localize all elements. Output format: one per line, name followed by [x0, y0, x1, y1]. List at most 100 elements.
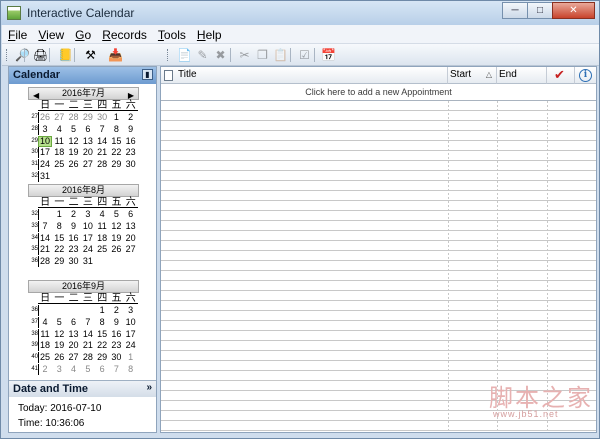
day-cell[interactable]: 23: [109, 340, 123, 351]
day-cell[interactable]: 29: [52, 256, 66, 267]
day-cell[interactable]: 6: [81, 124, 95, 135]
day-cell[interactable]: 28: [95, 159, 109, 170]
day-cell[interactable]: 25: [52, 159, 66, 170]
collapse-chevron-icon[interactable]: »: [146, 382, 152, 393]
day-cell[interactable]: 31: [81, 256, 95, 267]
day-cell[interactable]: 14: [38, 233, 52, 244]
toolbar-grip[interactable]: [6, 49, 9, 61]
day-cell[interactable]: 2: [67, 209, 81, 220]
day-cell[interactable]: 5: [81, 364, 95, 375]
day-cell[interactable]: 23: [67, 244, 81, 255]
delete-record-icon[interactable]: ✖: [212, 47, 229, 63]
day-cell[interactable]: 14: [81, 329, 95, 340]
week-number[interactable]: 33: [30, 221, 38, 232]
week-number[interactable]: 34: [30, 233, 38, 244]
week-number[interactable]: 29: [30, 136, 38, 147]
day-cell[interactable]: 18: [38, 340, 52, 351]
toolbar-grip[interactable]: [167, 49, 170, 61]
week-number[interactable]: 38: [30, 329, 38, 340]
day-cell[interactable]: 12: [67, 136, 81, 147]
day-cell[interactable]: 4: [38, 317, 52, 328]
import-icon[interactable]: 📥: [107, 47, 124, 63]
day-cell[interactable]: 9: [124, 124, 138, 135]
day-cell[interactable]: 22: [109, 147, 123, 158]
close-button[interactable]: ✕: [552, 2, 595, 19]
day-cell[interactable]: 19: [109, 233, 123, 244]
print-icon[interactable]: 🖨: [32, 47, 49, 63]
day-cell[interactable]: 28: [67, 112, 81, 123]
day-cell[interactable]: 10: [124, 317, 138, 328]
week-number[interactable]: 37: [30, 317, 38, 328]
day-cell[interactable]: 16: [124, 136, 138, 147]
day-cell[interactable]: 7: [95, 124, 109, 135]
day-cell[interactable]: 1: [109, 112, 123, 123]
day-cell[interactable]: 3: [52, 364, 66, 375]
day-cell[interactable]: 3: [38, 124, 52, 135]
day-cell[interactable]: 29: [81, 112, 95, 123]
week-number[interactable]: 40: [30, 352, 38, 363]
day-cell[interactable]: 7: [81, 317, 95, 328]
day-cell[interactable]: 15: [52, 233, 66, 244]
search-icon[interactable]: 🔎: [14, 47, 31, 63]
day-cell[interactable]: 12: [109, 221, 123, 232]
title-bar[interactable]: Interactive Calendar ─ □ ✕: [1, 1, 599, 25]
day-cell[interactable]: 28: [38, 256, 52, 267]
new-record-icon[interactable]: 📄: [176, 47, 193, 63]
properties-icon[interactable]: ☑: [296, 47, 313, 63]
day-cell[interactable]: 4: [52, 124, 66, 135]
day-cell[interactable]: 5: [109, 209, 123, 220]
week-number[interactable]: 41: [30, 364, 38, 375]
day-cell[interactable]: 20: [124, 233, 138, 244]
week-number[interactable]: 36: [30, 256, 38, 267]
month-title[interactable]: 2016年9月: [28, 280, 139, 293]
day-cell[interactable]: 26: [109, 244, 123, 255]
day-cell[interactable]: 30: [95, 112, 109, 123]
day-cell[interactable]: 18: [95, 233, 109, 244]
day-cell[interactable]: 30: [124, 159, 138, 170]
day-cell[interactable]: 20: [81, 147, 95, 158]
day-cell[interactable]: 13: [67, 329, 81, 340]
day-cell[interactable]: 11: [38, 329, 52, 340]
edit-record-icon[interactable]: ✎: [194, 47, 211, 63]
day-cell[interactable]: 10: [81, 221, 95, 232]
day-cell[interactable]: 20: [67, 340, 81, 351]
menu-help[interactable]: Help: [191, 25, 227, 43]
day-cell[interactable]: 8: [52, 221, 66, 232]
day-cell[interactable]: 27: [52, 112, 66, 123]
day-cell[interactable]: 10: [38, 135, 52, 147]
day-cell[interactable]: 17: [38, 147, 52, 158]
day-cell[interactable]: 31: [38, 171, 52, 182]
day-cell[interactable]: 15: [109, 136, 123, 147]
day-cell[interactable]: 26: [52, 352, 66, 363]
date-time-header[interactable]: Date and Time »: [9, 380, 156, 397]
day-cell[interactable]: 2: [109, 305, 123, 316]
day-cell[interactable]: 6: [124, 209, 138, 220]
day-cell[interactable]: 28: [81, 352, 95, 363]
day-cell[interactable]: 8: [95, 317, 109, 328]
month-title[interactable]: 2016年8月: [28, 184, 139, 197]
day-cell[interactable]: 21: [81, 340, 95, 351]
paste-icon[interactable]: 📋: [272, 47, 289, 63]
day-cell[interactable]: 24: [38, 159, 52, 170]
day-cell[interactable]: 18: [52, 147, 66, 158]
day-cell[interactable]: 22: [95, 340, 109, 351]
week-number[interactable]: 31: [30, 159, 38, 170]
day-cell[interactable]: 19: [67, 147, 81, 158]
week-number[interactable]: 32: [30, 209, 38, 220]
day-cell[interactable]: 16: [109, 329, 123, 340]
day-cell[interactable]: 6: [95, 364, 109, 375]
day-cell[interactable]: 29: [95, 352, 109, 363]
week-number[interactable]: 32: [30, 171, 38, 182]
week-number[interactable]: 28: [30, 124, 38, 135]
day-cell[interactable]: 4: [95, 209, 109, 220]
day-cell[interactable]: 11: [52, 136, 66, 147]
day-cell[interactable]: 26: [38, 112, 52, 123]
day-cell[interactable]: 25: [95, 244, 109, 255]
day-cell[interactable]: 2: [124, 112, 138, 123]
day-cell[interactable]: 29: [109, 159, 123, 170]
day-cell[interactable]: 26: [67, 159, 81, 170]
day-cell[interactable]: 27: [124, 244, 138, 255]
day-cell[interactable]: 21: [95, 147, 109, 158]
day-cell[interactable]: 1: [124, 352, 138, 363]
day-cell[interactable]: 17: [81, 233, 95, 244]
